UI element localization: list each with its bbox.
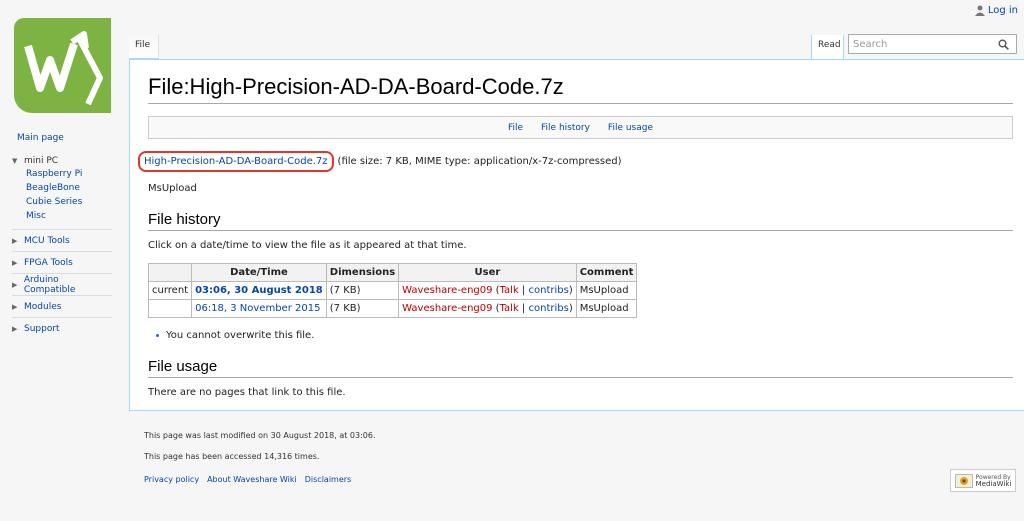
row-status: current xyxy=(147,281,193,300)
datetime-link[interactable]: 06:18, 3 November 2015 xyxy=(195,303,320,314)
col-header-dimensions: Dimensions xyxy=(325,263,400,282)
personal-tools: Log in xyxy=(974,5,1018,16)
portal-toggle-fpga-tools[interactable]: ▶ FPGA Tools xyxy=(12,252,112,273)
sidebar: Main page ▼ mini PC Raspberry Pi BeagleB… xyxy=(0,126,128,339)
file-download-link[interactable]: High-Precision-AD-DA-Board-Code.7z xyxy=(144,156,328,167)
waveshare-logo[interactable] xyxy=(14,18,111,113)
file-info: High-Precision-AD-DA-Board-Code.7z (file… xyxy=(138,151,1006,172)
datetime-link[interactable]: 03:06, 30 August 2018 xyxy=(195,285,323,296)
search-icon[interactable] xyxy=(998,39,1009,50)
upload-note: MsUpload xyxy=(148,183,197,194)
col-header-comment: Comment xyxy=(575,263,638,282)
table-row: 06:18, 3 November 2015 (7 KB) Waveshare-… xyxy=(147,299,638,318)
user-link[interactable]: Waveshare-eng09 xyxy=(402,303,492,314)
talk-link[interactable]: Talk xyxy=(500,303,519,314)
search-box xyxy=(848,34,1017,54)
powered-by-mediawiki-badge[interactable]: Powered By MediaWiki xyxy=(950,469,1016,492)
col-header-user: User xyxy=(398,263,577,282)
sidebar-portal-fpga-tools: ▶ FPGA Tools xyxy=(12,251,112,273)
footer-accessed: This page has been accessed 14,316 times… xyxy=(144,452,320,461)
footer-links: Privacy policy About Waveshare Wiki Disc… xyxy=(144,475,376,484)
page-title: File:High-Precision-AD-DA-Board-Code.7z xyxy=(148,74,1013,104)
triangle-down-icon: ▼ xyxy=(12,156,18,165)
privacy-policy-link[interactable]: Privacy policy xyxy=(144,475,199,484)
triangle-right-icon: ▶ xyxy=(12,236,18,245)
triangle-right-icon: ▶ xyxy=(12,280,18,289)
footer: This page was last modified on 30 August… xyxy=(144,431,376,484)
sidebar-main-page[interactable]: Main page xyxy=(0,126,128,150)
highlight-box: High-Precision-AD-DA-Board-Code.7z xyxy=(138,151,334,172)
portal-toggle-arduino[interactable]: ▶ Arduino Compatible xyxy=(12,274,112,295)
talk-link[interactable]: Talk xyxy=(500,285,519,296)
portal-title: mini PC xyxy=(24,155,59,166)
file-meta: (file size: 7 KB, MIME type: application… xyxy=(337,156,622,167)
footer-last-modified: This page was last modified on 30 August… xyxy=(144,431,376,440)
contribs-link[interactable]: contribs xyxy=(528,285,568,296)
mediawiki-flower-icon xyxy=(954,473,973,488)
table-row: current 03:06, 30 August 2018 (7 KB) Wav… xyxy=(147,281,638,300)
about-link[interactable]: About Waveshare Wiki xyxy=(207,475,297,484)
sidebar-item-cubie-series[interactable]: Cubie Series xyxy=(26,197,82,207)
sidebar-portal-mini-pc: ▼ mini PC Raspberry Pi BeagleBone Cubie … xyxy=(12,150,112,229)
sidebar-item-beaglebone[interactable]: BeagleBone xyxy=(26,183,80,193)
row-dimensions: (7 KB) xyxy=(325,281,400,300)
toc-file[interactable]: File xyxy=(508,123,523,133)
portal-title[interactable]: Support xyxy=(24,324,60,334)
portal-title[interactable]: Arduino Compatible xyxy=(24,275,112,295)
search-input[interactable] xyxy=(853,38,998,50)
usage-text: There are no pages that link to this fil… xyxy=(148,387,346,398)
tab-file[interactable]: File xyxy=(129,35,159,59)
portal-toggle-modules[interactable]: ▶ Modules xyxy=(12,296,112,317)
sidebar-portal-mcu-tools: ▶ MCU Tools xyxy=(12,229,112,251)
col-header-datetime: Date/Time xyxy=(191,263,327,282)
bullet-icon xyxy=(156,334,159,337)
sidebar-portal-modules: ▶ Modules xyxy=(12,295,112,317)
overwrite-note: You cannot overwrite this file. xyxy=(148,330,1006,341)
row-comment: MsUpload xyxy=(575,299,638,318)
user-icon xyxy=(974,5,985,16)
sidebar-portal-arduino: ▶ Arduino Compatible xyxy=(12,273,112,295)
file-toc: File File history File usage xyxy=(148,116,1013,139)
contribs-link[interactable]: contribs xyxy=(528,303,568,314)
powered-by-name: MediaWiki xyxy=(975,479,1012,488)
portal-toggle-support[interactable]: ▶ Support xyxy=(12,318,112,339)
row-comment: MsUpload xyxy=(575,281,638,300)
login-link[interactable]: Log in xyxy=(988,5,1018,16)
overwrite-text: You cannot overwrite this file. xyxy=(166,330,315,341)
portal-title[interactable]: FPGA Tools xyxy=(24,258,73,268)
sidebar-item-raspberry-pi[interactable]: Raspberry Pi xyxy=(26,169,82,179)
portal-title[interactable]: Modules xyxy=(24,302,61,312)
portal-title[interactable]: MCU Tools xyxy=(24,236,70,246)
file-history-heading: File history xyxy=(148,211,1013,231)
row-status xyxy=(147,299,193,318)
file-history-table: Date/Time Dimensions User Comment curren… xyxy=(147,263,638,318)
col-header-status xyxy=(147,263,193,282)
toc-file-history[interactable]: File history xyxy=(541,123,590,133)
triangle-right-icon: ▶ xyxy=(12,258,18,267)
tab-read[interactable]: Read xyxy=(811,35,844,59)
sidebar-portal-support: ▶ Support xyxy=(12,317,112,339)
portal-list-mini-pc: Raspberry Pi BeagleBone Cubie Series Mis… xyxy=(12,167,112,229)
disclaimers-link[interactable]: Disclaimers xyxy=(305,475,351,484)
toc-file-usage[interactable]: File usage xyxy=(608,123,653,133)
triangle-right-icon: ▶ xyxy=(12,302,18,311)
user-link[interactable]: Waveshare-eng09 xyxy=(402,285,492,296)
content-area: File:High-Precision-AD-DA-Board-Code.7z … xyxy=(129,59,1024,411)
history-intro: Click on a date/time to view the file as… xyxy=(148,240,467,251)
portal-toggle-mcu-tools[interactable]: ▶ MCU Tools xyxy=(12,230,112,251)
sidebar-item-misc[interactable]: Misc xyxy=(26,211,46,221)
triangle-right-icon: ▶ xyxy=(12,324,18,333)
row-dimensions: (7 KB) xyxy=(325,299,400,318)
table-header-row: Date/Time Dimensions User Comment xyxy=(147,263,638,282)
file-usage-heading: File usage xyxy=(148,358,1013,378)
